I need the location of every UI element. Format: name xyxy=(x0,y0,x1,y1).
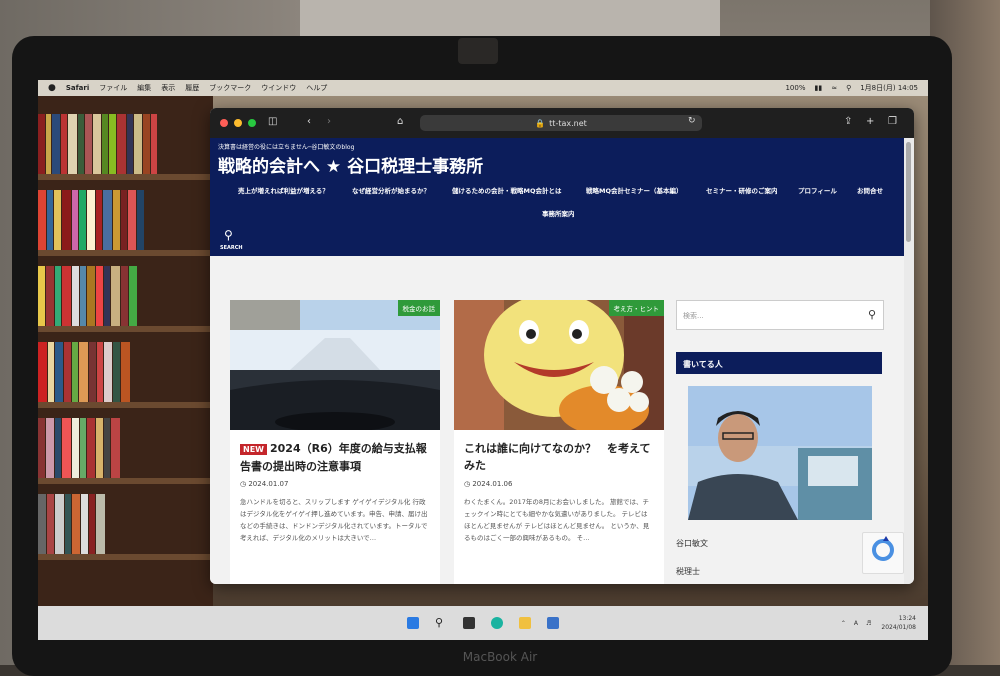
close-window-button[interactable] xyxy=(220,119,228,127)
nav-item-contact[interactable]: お問合せ xyxy=(857,185,883,195)
store-icon[interactable] xyxy=(547,617,559,629)
system-tray: ⌃ A ♬ 13:24 2024/01/08 xyxy=(841,606,916,640)
post-title[interactable]: NEW 2024（R6）年度の給与支払報告書の提出時の注意事項 xyxy=(240,440,430,475)
post-thumbnail-mascot[interactable]: 考え方・ヒント xyxy=(454,300,664,430)
site-title[interactable]: 戦略的会計へ ★ 谷口税理士事務所 xyxy=(218,152,483,177)
ime-indicator-icon[interactable]: A xyxy=(854,620,858,627)
post-category[interactable]: 考え方・ヒント xyxy=(608,300,664,316)
nav-item-office[interactable]: 事務所案内 xyxy=(542,208,575,218)
volume-icon[interactable]: ♬ xyxy=(866,620,871,627)
menu-bookmarks[interactable]: ブックマーク xyxy=(209,83,251,93)
home-icon[interactable]: ⌂ xyxy=(397,116,403,127)
windows-start-icon[interactable] xyxy=(407,617,419,629)
new-tab-icon[interactable]: + xyxy=(866,116,874,127)
spotlight-icon[interactable]: ⚲ xyxy=(846,84,851,92)
chevron-up-icon[interactable]: ⌃ xyxy=(841,620,846,627)
recaptcha-badge[interactable] xyxy=(862,532,904,574)
minimize-window-button[interactable] xyxy=(234,119,242,127)
search-icon[interactable]: ⚲ xyxy=(435,617,447,629)
tab-overview-icon[interactable]: ❐ xyxy=(888,116,897,127)
nav-item-sales[interactable]: 売上が増えれば利益が増える？ xyxy=(238,185,329,195)
page-scrollbar[interactable] xyxy=(904,138,914,584)
new-badge: NEW xyxy=(240,444,267,455)
post-excerpt: 急ハンドルを切ると、スリップします ゲイゲイデジタル化 行政はデジタル化をゲイゲ… xyxy=(240,498,428,542)
main-content: 税金のお話 NEW 2024（R6）年度の給与支払報告書の提出時の注意事項 ◷ 2… xyxy=(210,256,904,584)
battery-percent: 100% xyxy=(785,84,806,92)
search-label[interactable]: SEARCH xyxy=(220,245,243,251)
battery-icon[interactable]: ▮▮ xyxy=(814,84,822,92)
share-icon[interactable]: ⇪ xyxy=(844,116,852,127)
site-header: 決算書は経営の役には立ちません─谷口敏文のblog 戦略的会計へ ★ 谷口税理士… xyxy=(210,138,904,256)
nav-item-mq-seminar[interactable]: 戦略MQ会計セミナー（基本編） xyxy=(586,185,683,195)
menu-view[interactable]: 表示 xyxy=(161,83,175,93)
author-photo xyxy=(688,386,872,520)
wallpaper-bookshelf xyxy=(38,96,213,616)
author-role: 税理士 xyxy=(676,567,700,576)
laptop-model-label: MacBook Air xyxy=(462,650,538,664)
nav-item-seminars[interactable]: セミナー・研修のご案内 xyxy=(706,185,778,195)
nav-item-analysis[interactable]: なぜ経営分析が始まるか？ xyxy=(352,185,430,195)
wifi-icon[interactable]: ≈ xyxy=(831,84,837,92)
zoom-window-button[interactable] xyxy=(248,119,256,127)
task-view-icon[interactable] xyxy=(463,617,475,629)
address-bar[interactable]: 🔒 tt-tax.net xyxy=(420,115,702,131)
wall-top xyxy=(300,0,720,40)
post-category[interactable]: 税金のお話 xyxy=(397,300,440,316)
post-date: ◷ 2024.01.07 xyxy=(240,480,289,488)
sidebar-icon[interactable]: ◫ xyxy=(268,116,277,127)
menu-file[interactable]: ファイル xyxy=(99,83,127,93)
nav-item-profile[interactable]: プロフィール xyxy=(798,185,837,195)
search-icon[interactable]: ⚲ xyxy=(224,228,233,242)
post-card[interactable]: 考え方・ヒント これは誰に向けてなのか？ を考えてみた ◷ 2024.01.06… xyxy=(454,300,664,584)
post-thumbnail-road[interactable]: 税金のお話 xyxy=(230,300,440,430)
sidebar-search-field[interactable]: 検索... ⚲ xyxy=(676,300,884,330)
post-date: ◷ 2024.01.06 xyxy=(464,480,513,488)
menu-history[interactable]: 履歴 xyxy=(185,83,199,93)
post-title[interactable]: これは誰に向けてなのか？ を考えてみた xyxy=(464,440,654,474)
macos-menubar: ● Safari ファイル 編集 表示 履歴 ブックマーク ウインドウ ヘルプ … xyxy=(38,80,928,96)
back-arrow-icon[interactable]: ‹ xyxy=(307,116,311,127)
taskbar-clock[interactable]: 13:24 2024/01/08 xyxy=(881,614,916,632)
scrollbar-thumb[interactable] xyxy=(906,142,911,242)
address-url: tt-tax.net xyxy=(549,118,587,128)
edge-browser-icon[interactable] xyxy=(491,617,503,629)
author-name[interactable]: 谷口敏文 xyxy=(676,538,708,549)
lock-icon: 🔒 xyxy=(535,118,546,128)
laptop-screen: ● Safari ファイル 編集 表示 履歴 ブックマーク ウインドウ ヘルプ … xyxy=(38,80,928,640)
sidebar-heading-author: 書いてる人 xyxy=(676,352,882,374)
nav-item-mq-accounting[interactable]: 儲けるための会計・戦略MQ会計とは xyxy=(452,185,562,195)
menu-app-name[interactable]: Safari xyxy=(66,84,89,92)
forward-arrow-icon[interactable]: › xyxy=(327,116,331,127)
menubar-clock[interactable]: 1月8日(月) 14:05 xyxy=(860,83,918,93)
post-excerpt: わくたまくん。2017年の8月にお会いしました。 旅館では、チェックイン時にとて… xyxy=(464,498,650,542)
search-placeholder: 検索... xyxy=(683,312,704,320)
menu-edit[interactable]: 編集 xyxy=(137,83,151,93)
search-icon[interactable]: ⚲ xyxy=(868,308,876,321)
menu-help[interactable]: ヘルプ xyxy=(306,83,327,93)
apple-icon[interactable]: ● xyxy=(48,83,56,93)
menu-window[interactable]: ウインドウ xyxy=(261,83,296,93)
file-explorer-icon[interactable] xyxy=(519,617,531,629)
reload-icon[interactable]: ↻ xyxy=(688,116,696,126)
safari-window: ◫ ‹ › ⌂ 🔒 tt-tax.net ↻ ⇪ + ❐ 決算書は経営の役には立… xyxy=(210,108,914,584)
camera-cover xyxy=(458,38,498,64)
windows-taskbar: ⚲ xyxy=(38,606,928,640)
post-card[interactable]: 税金のお話 NEW 2024（R6）年度の給与支払報告書の提出時の注意事項 ◷ 2… xyxy=(230,300,440,584)
site-tagline: 決算書は経営の役には立ちません─谷口敏文のblog xyxy=(218,144,355,151)
